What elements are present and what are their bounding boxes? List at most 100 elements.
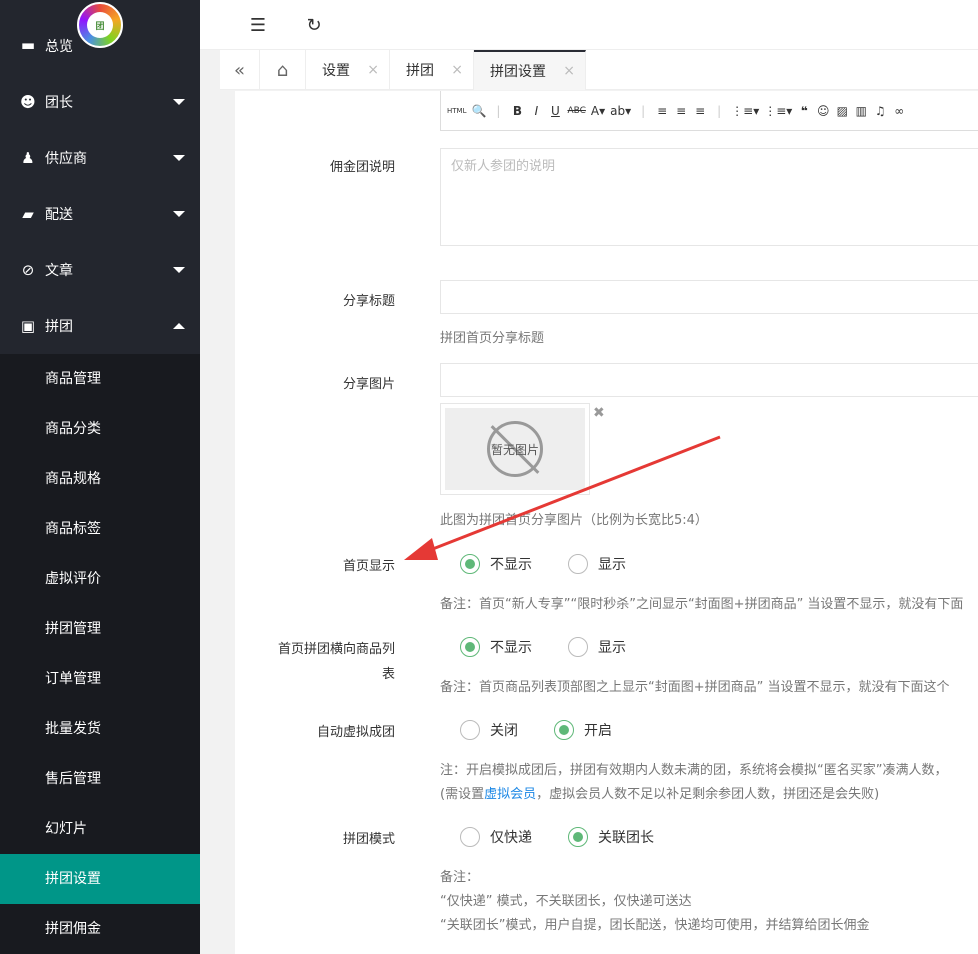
sidebar-item-group-buy[interactable]: ▣ 拼团 — [0, 298, 200, 354]
separator: | — [717, 103, 722, 118]
sidebar-item-delivery[interactable]: ▰ 配送 — [0, 186, 200, 242]
tab-scroll-left-icon[interactable]: « — [220, 50, 260, 90]
submenu-item-group-settings[interactable]: 拼团设置 — [0, 854, 200, 904]
video-icon[interactable]: ▥ — [854, 104, 868, 118]
commission-label: 佣金团说明 — [329, 160, 395, 175]
radio-checked-icon[interactable] — [568, 827, 588, 847]
image-icon[interactable]: ▨ — [835, 104, 849, 118]
radio-option-off[interactable]: 关闭 — [460, 720, 518, 740]
settings-form: HTML 🔍 | B I U ABC A▾ ab▾ | ≡ ≡ ≡ | ⋮≡▾ … — [235, 91, 978, 954]
submenu-item-group-manage[interactable]: 拼团管理 — [0, 604, 200, 654]
align-right-icon[interactable]: ≡ — [693, 104, 707, 118]
link-icon[interactable]: ∞ — [892, 104, 906, 118]
submenu-item-product-tag[interactable]: 商品标签 — [0, 504, 200, 554]
italic-icon[interactable]: I — [529, 104, 543, 118]
submenu-item-order-manage[interactable]: 订单管理 — [0, 654, 200, 704]
align-center-icon[interactable]: ≡ — [674, 104, 688, 118]
mode-radio-group: 仅快递 关联团长 — [460, 827, 690, 847]
compass-icon: ⊘ — [21, 261, 35, 279]
bold-icon[interactable]: B — [510, 104, 524, 118]
tab-label: 拼团设置 — [490, 64, 546, 80]
chevron-down-icon — [173, 211, 185, 217]
separator: | — [641, 103, 646, 118]
share-image-preview[interactable]: 暂无图片 — [440, 403, 590, 495]
radio-option-show[interactable]: 显示 — [568, 637, 626, 657]
auto-virtual-label: 自动虚拟成团 — [316, 725, 395, 740]
sidebar-item-supplier[interactable]: ♟ 供应商 — [0, 130, 200, 186]
dashboard-icon: ▬ — [20, 36, 36, 54]
tab-group-settings[interactable]: 拼团设置 × — [474, 50, 586, 90]
commission-placeholder: 仅新人参团的说明 — [451, 159, 556, 174]
topbar: ☰ ↻ — [200, 0, 978, 50]
quote-icon[interactable]: ❝ — [797, 104, 811, 118]
sidebar-item-leader[interactable]: ☻ 团长 — [0, 74, 200, 130]
html-source-icon[interactable]: HTML — [447, 107, 466, 115]
radio-checked-icon[interactable] — [460, 554, 480, 574]
submenu-item-slideshow[interactable]: 幻灯片 — [0, 804, 200, 854]
sidebar-item-label: 供应商 — [45, 151, 87, 167]
auto-virtual-help-line2: (需设置虚拟会员，虚拟会员人数不足以补足剩余参团人数，拼团还是会失败) — [440, 783, 879, 802]
align-left-icon[interactable]: ≡ — [655, 104, 669, 118]
close-icon[interactable]: × — [451, 62, 463, 78]
submenu-item-product-manage[interactable]: 商品管理 — [0, 354, 200, 404]
help-text: ，虚拟会员人数不足以补足剩余参团人数，拼团还是会失败) — [536, 787, 880, 802]
strikethrough-icon[interactable]: ABC — [567, 106, 585, 116]
home-display-radio-group: 不显示 显示 — [460, 554, 662, 574]
virtual-member-link[interactable]: 虚拟会员 — [484, 787, 536, 802]
share-image-label: 分享图片 — [342, 377, 395, 392]
submenu-item-product-category[interactable]: 商品分类 — [0, 404, 200, 454]
tab-settings[interactable]: 设置 × — [306, 50, 390, 90]
radio-checked-icon[interactable] — [460, 637, 480, 657]
radio-label: 关联团长 — [598, 830, 654, 846]
submenu-item-after-sale[interactable]: 售后管理 — [0, 754, 200, 804]
close-icon[interactable]: × — [563, 63, 575, 79]
radio-unchecked-icon[interactable] — [568, 554, 588, 574]
sidebar-item-label: 团长 — [45, 95, 73, 111]
no-image-icon: 暂无图片 — [487, 421, 543, 477]
share-title-input[interactable] — [440, 280, 978, 314]
tab-bar: « ⌂ 设置 × 拼团 × 拼团设置 × — [220, 50, 978, 90]
sidebar-item-article[interactable]: ⊘ 文章 — [0, 242, 200, 298]
submenu-item-batch-ship[interactable]: 批量发货 — [0, 704, 200, 754]
radio-option-hide[interactable]: 不显示 — [460, 554, 532, 574]
submenu-group-buy: 商品管理 商品分类 商品规格 商品标签 虚拟评价 拼团管理 订单管理 批量发货 … — [0, 354, 200, 954]
radio-option-express-only[interactable]: 仅快递 — [460, 827, 532, 847]
submenu-item-virtual-review[interactable]: 虚拟评价 — [0, 554, 200, 604]
share-image-input[interactable] — [440, 363, 978, 397]
supplier-icon: ♟ — [21, 149, 35, 167]
radio-option-link-leader[interactable]: 关联团长 — [568, 827, 654, 847]
preview-icon[interactable]: 🔍 — [471, 104, 486, 118]
radio-unchecked-icon[interactable] — [460, 720, 480, 740]
remove-image-icon[interactable]: ✖ — [593, 405, 605, 421]
radio-checked-icon[interactable] — [554, 720, 574, 740]
auto-virtual-help-line1: 注：开启模拟成团后，拼团有效期内人数未满的团，系统将会模拟“匿名买家”凑满人数， — [440, 763, 948, 778]
radio-unchecked-icon[interactable] — [568, 637, 588, 657]
tab-group-buy[interactable]: 拼团 × — [390, 50, 474, 90]
refresh-icon[interactable]: ↻ — [304, 15, 324, 36]
radio-option-show[interactable]: 显示 — [568, 554, 626, 574]
underline-icon[interactable]: U — [548, 104, 562, 118]
close-icon[interactable]: × — [367, 62, 379, 78]
background-color-icon[interactable]: ab▾ — [610, 104, 631, 118]
sidebar: 团 ▬ 总览 ☻ 团长 ♟ 供应商 ▰ 配送 ⊘ 文章 ▣ 拼团 商品管理 商品… — [0, 0, 200, 954]
radio-label: 开启 — [584, 723, 612, 739]
submenu-item-product-spec[interactable]: 商品规格 — [0, 454, 200, 504]
music-icon[interactable]: ♫ — [873, 104, 887, 118]
emoji-icon[interactable]: ☺ — [816, 104, 830, 118]
horizontal-list-help: 备注：首页商品列表顶部图之上显示“封面图+拼团商品” 当设置不显示，就没有下面这… — [440, 680, 950, 695]
sidebar-item-overview[interactable]: ▬ 总览 — [0, 20, 200, 70]
rich-editor-toolbar: HTML 🔍 | B I U ABC A▾ ab▾ | ≡ ≡ ≡ | ⋮≡▾ … — [440, 91, 978, 131]
ordered-list-icon[interactable]: ⋮≡▾ — [731, 104, 759, 118]
font-color-icon[interactable]: A▾ — [591, 104, 605, 118]
radio-unchecked-icon[interactable] — [460, 827, 480, 847]
share-image-help: 此图为拼团首页分享图片（比例为长宽比5:4） — [440, 513, 708, 528]
submenu-item-group-commission[interactable]: 拼团佣金 — [0, 904, 200, 954]
share-title-label: 分享标题 — [342, 294, 395, 309]
radio-option-on[interactable]: 开启 — [554, 720, 612, 740]
commission-textarea[interactable]: 仅新人参团的说明 — [440, 148, 978, 246]
horizontal-list-label: 首页拼团横向商品列 表 — [255, 638, 395, 682]
radio-option-hide[interactable]: 不显示 — [460, 637, 532, 657]
menu-collapse-icon[interactable]: ☰ — [248, 15, 268, 36]
unordered-list-icon[interactable]: ⋮≡▾ — [764, 104, 792, 118]
home-icon[interactable]: ⌂ — [260, 50, 306, 90]
